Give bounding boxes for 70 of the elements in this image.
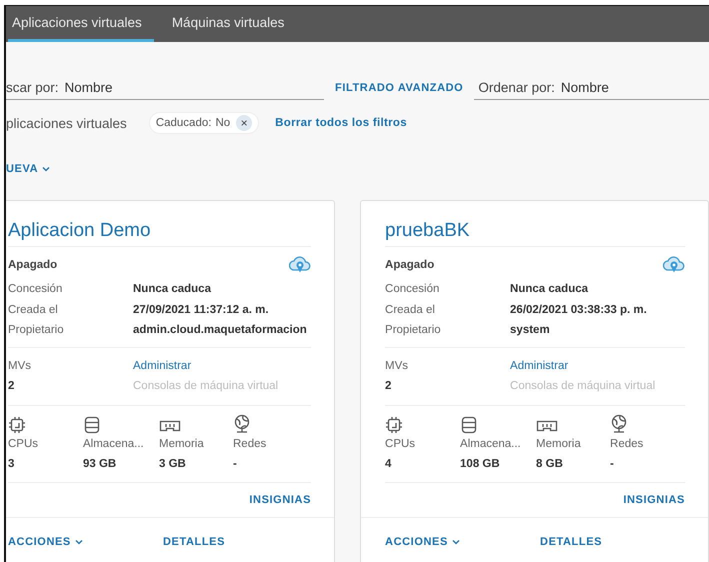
manage-link[interactable]: Administrar [510, 356, 685, 376]
field-label: Creada el [8, 302, 59, 318]
badges-link[interactable]: INSIGNIAS [249, 494, 312, 506]
field-value: 2 [8, 379, 16, 394]
globe-icon [610, 414, 628, 434]
chevron-down-icon [74, 538, 83, 544]
field-label: Ordenar por: [478, 80, 555, 95]
resource-value: 93 GB [83, 456, 118, 472]
chip-value: No [215, 117, 230, 129]
field-value: Nunca caduca [133, 282, 212, 297]
field-value: Nunca caduca [510, 282, 590, 297]
manage-link[interactable]: Administrar [133, 356, 312, 376]
field-value: admin.cloud.maquetaformacion [133, 323, 308, 338]
cpu-icon [8, 416, 26, 434]
resource-label: Redes [610, 436, 644, 452]
card-title[interactable]: pruebaBK [385, 201, 685, 247]
field-label: Propietario [385, 323, 442, 338]
tab[interactable]: Aplicaciones virtuales [8, 6, 154, 42]
resource-label: CPUs [385, 436, 416, 452]
database-icon [460, 416, 478, 434]
globe-icon [233, 414, 251, 434]
clear-filters-link[interactable]: Borrar todos los filtros [275, 117, 407, 129]
status-text: Apagado [8, 259, 58, 271]
tab[interactable]: Máquinas virtuales [168, 6, 296, 42]
resource-value: - [233, 456, 238, 472]
resource-label: Almacena... [460, 436, 522, 452]
card-title[interactable]: Aplicacion Demo [8, 201, 312, 247]
badges-link[interactable]: INSIGNIAS [623, 494, 685, 506]
search-field[interactable]: scar por: Nombre [6, 80, 324, 100]
field-value: 2 [385, 379, 392, 394]
resource-value: - [610, 456, 615, 472]
resource-value: 3 GB [159, 456, 187, 472]
database-icon [83, 416, 101, 434]
resource-label: Redes [233, 436, 268, 452]
resource-value: 108 GB [460, 456, 501, 472]
chip-label: Caducado: [156, 117, 212, 129]
resource-label: CPUs [8, 436, 40, 452]
cloud-pin-icon [663, 255, 685, 275]
status-text: Apagado [385, 259, 434, 271]
field-label: MVs [385, 358, 410, 374]
field-label: scar por: [6, 80, 59, 95]
details-link[interactable]: DETALLES [540, 536, 602, 548]
sort-field[interactable]: Ordenar por: Nombre [474, 80, 709, 100]
cpu-icon [385, 416, 404, 434]
field-label: Propietario [8, 323, 65, 338]
chevron-down-icon [452, 538, 460, 544]
field-label: MVs [8, 358, 32, 374]
details-link[interactable]: DETALLES [163, 536, 226, 548]
field-label: Concesión [385, 282, 440, 297]
cloud-pin-icon [289, 255, 312, 275]
actions-button[interactable]: ACCIONES [385, 536, 540, 548]
field-value: Nombre [560, 80, 609, 95]
new-button[interactable]: UEVA [6, 146, 709, 192]
field-label: Concesión [8, 282, 64, 297]
field-value: 26/02/2021 03:38:33 p. m. [510, 302, 648, 318]
field-value: system [510, 323, 551, 338]
resource-label: Almacena... [83, 436, 145, 452]
chevron-down-icon [42, 166, 50, 172]
resource-label: Memoria [159, 436, 205, 452]
field-label: Creada el [385, 302, 436, 318]
filter-label: plicaciones virtuales [6, 116, 127, 130]
resource-value: 3 [8, 456, 16, 472]
resource-value: 8 GB [536, 456, 564, 472]
resource-label: Memoria [536, 436, 582, 452]
field-value: 27/09/2021 11:37:12 a. m. [133, 302, 270, 318]
advanced-filter-link[interactable]: FILTRADO AVANZADO [335, 82, 464, 100]
remove-chip-button[interactable]: × [236, 115, 252, 131]
resource-value: 4 [385, 456, 392, 472]
actions-button[interactable]: ACCIONES [8, 536, 163, 548]
field-value: Nombre [64, 80, 113, 95]
